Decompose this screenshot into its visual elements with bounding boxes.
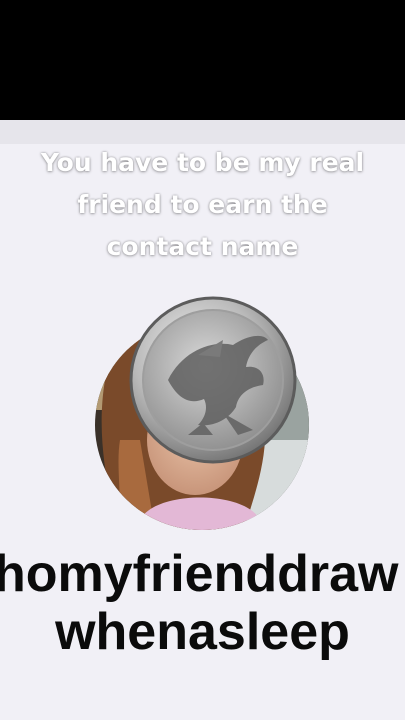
- caption-line: contact name: [106, 232, 299, 261]
- contact-avatar-wrap: [95, 296, 309, 530]
- contact-name-line: homyfrienddraw: [0, 545, 399, 603]
- caption-line: friend to earn the: [77, 190, 328, 219]
- silver-eagle-coin-icon: [129, 296, 297, 464]
- contact-name-line: whenasleep: [55, 603, 350, 661]
- contact-name: homyfrienddraw whenasleep: [0, 545, 405, 661]
- contact-card-screen: You have to be my real friend to earn th…: [0, 120, 405, 720]
- status-strip: [0, 120, 405, 144]
- caption-line: You have to be my real: [40, 148, 365, 177]
- top-letterbox: [0, 0, 405, 120]
- video-frame: You have to be my real friend to earn th…: [0, 0, 405, 720]
- video-caption: You have to be my real friend to earn th…: [10, 142, 395, 268]
